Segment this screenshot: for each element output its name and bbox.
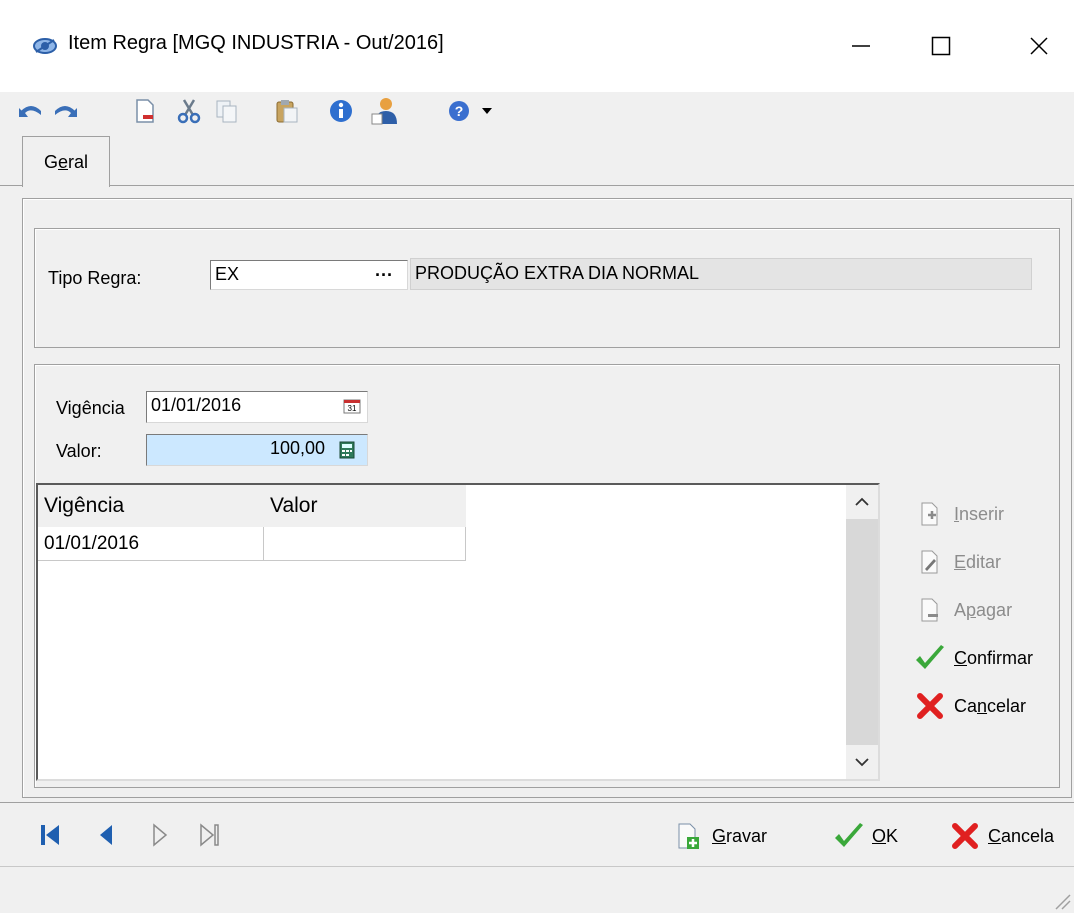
svg-text:31: 31 xyxy=(348,404,357,413)
user-icon xyxy=(371,98,397,125)
info-button[interactable] xyxy=(326,96,356,126)
edit-document-icon xyxy=(912,546,948,578)
undo-button[interactable] xyxy=(16,96,46,126)
previous-record-button[interactable] xyxy=(92,821,120,849)
tab-geral[interactable]: Geral xyxy=(22,136,110,187)
calculator-button[interactable] xyxy=(334,438,360,462)
valor-label: Valor: xyxy=(56,441,102,461)
title-bar: Item Regra [MGQ INDUSTRIA - Out/2016] xyxy=(0,0,1074,92)
help-button[interactable]: ? xyxy=(444,96,474,126)
calendar-button[interactable]: 31 xyxy=(340,395,364,417)
redo-button[interactable] xyxy=(50,96,80,126)
ok-label: OK xyxy=(872,825,899,846)
info-icon xyxy=(330,100,352,122)
red-x-icon xyxy=(912,690,948,722)
redo-icon xyxy=(55,106,77,117)
grid-header-vigencia[interactable]: Vigência xyxy=(38,485,264,527)
cut-button[interactable] xyxy=(174,96,204,126)
grid-header-valor[interactable]: Valor xyxy=(264,485,466,527)
tipo-regra-description-text: PRODUÇÃO EXTRA DIA NORMAL xyxy=(415,263,700,283)
vigencia-grid[interactable]: Vigência Valor 01/01/2016 xyxy=(36,483,880,781)
tab-strip xyxy=(0,130,1074,186)
tipo-regra-description: PRODUÇÃO EXTRA DIA NORMAL xyxy=(410,258,1032,290)
editar-button[interactable]: Editar xyxy=(912,542,1001,582)
previous-record-icon xyxy=(100,825,112,845)
cut-icon xyxy=(177,99,201,124)
valor-value: 100,00 xyxy=(269,438,325,458)
vigencia-date-field[interactable]: 01/01/2016 xyxy=(146,391,368,423)
close-button[interactable] xyxy=(1004,0,1074,92)
grid-cell-valor[interactable] xyxy=(264,527,466,561)
cancela-label: Cancela xyxy=(988,825,1055,846)
copy-button[interactable] xyxy=(212,96,242,126)
vigencia-date-value: 01/01/2016 xyxy=(151,395,242,415)
editar-label: Editar xyxy=(954,551,1002,572)
last-record-button[interactable] xyxy=(196,821,224,849)
lookup-ellipsis: ··· xyxy=(375,264,393,285)
red-x-icon xyxy=(948,820,982,852)
minimize-button[interactable] xyxy=(826,0,896,92)
scroll-up-button[interactable] xyxy=(846,485,878,519)
inserir-label: Inserir xyxy=(954,503,1005,524)
chevron-up-icon xyxy=(855,497,869,506)
window-title: Item Regra [MGQ INDUSTRIA - Out/2016] xyxy=(68,32,444,54)
apagar-button[interactable]: Apagar xyxy=(912,590,1012,630)
resize-grip-icon[interactable] xyxy=(1050,889,1072,911)
cancela-button[interactable]: Cancela xyxy=(948,819,1054,853)
next-record-button[interactable] xyxy=(146,821,174,849)
gravar-button[interactable]: Gravar xyxy=(672,819,767,853)
maximize-button[interactable] xyxy=(906,0,976,92)
checkmark-icon xyxy=(832,820,866,852)
new-document-icon xyxy=(136,99,154,123)
vigencia-label: Vigência xyxy=(56,398,125,418)
paste-button[interactable] xyxy=(272,96,302,126)
undo-icon xyxy=(19,106,41,117)
status-bar xyxy=(0,866,1074,913)
confirmar-label: Confirmar xyxy=(954,647,1034,668)
scroll-down-button[interactable] xyxy=(846,745,878,779)
minimize-icon xyxy=(852,45,870,47)
delete-document-icon xyxy=(912,594,948,626)
user-button[interactable] xyxy=(370,96,400,126)
close-icon xyxy=(1030,37,1048,55)
dropdown-arrow-icon xyxy=(482,108,492,114)
confirmar-button[interactable]: Confirmar xyxy=(912,638,1033,678)
paste-icon xyxy=(276,100,298,123)
tipo-regra-lookup-button[interactable]: ··· xyxy=(364,262,404,288)
cancelar-label: Cancelar xyxy=(954,695,1027,716)
calculator-icon xyxy=(339,441,355,459)
app-icon xyxy=(33,38,57,54)
cancelar-button[interactable]: Cancelar xyxy=(912,686,1026,726)
copy-icon xyxy=(216,100,237,123)
gravar-label: Gravar xyxy=(712,825,768,846)
tab-geral-label: Geral xyxy=(43,151,89,172)
last-record-icon xyxy=(200,823,219,847)
vertical-scrollbar[interactable] xyxy=(846,485,878,779)
tipo-regra-code: EX xyxy=(215,264,240,284)
first-record-button[interactable] xyxy=(36,821,64,849)
next-record-icon xyxy=(153,823,168,847)
checkmark-icon xyxy=(912,642,948,674)
help-icon: ? xyxy=(449,101,469,121)
apagar-label: Apagar xyxy=(954,599,1013,620)
chevron-down-icon xyxy=(855,758,869,767)
inserir-button[interactable]: Inserir xyxy=(912,494,1004,534)
navigation-bar: Gravar OK Cancela xyxy=(0,802,1074,866)
save-document-icon xyxy=(672,820,706,852)
first-record-icon xyxy=(41,825,59,845)
help-dropdown[interactable] xyxy=(476,96,498,126)
calendar-icon: 31 xyxy=(343,399,361,414)
insert-document-icon xyxy=(912,498,948,530)
toolbar: ? xyxy=(0,92,1074,130)
grid-cell-vigencia[interactable]: 01/01/2016 xyxy=(38,527,264,561)
svg-text:?: ? xyxy=(455,103,464,119)
maximize-icon xyxy=(931,36,951,56)
ok-button[interactable]: OK xyxy=(832,819,898,853)
new-button[interactable] xyxy=(130,96,160,126)
tipo-regra-label: Tipo Regra: xyxy=(48,268,142,288)
